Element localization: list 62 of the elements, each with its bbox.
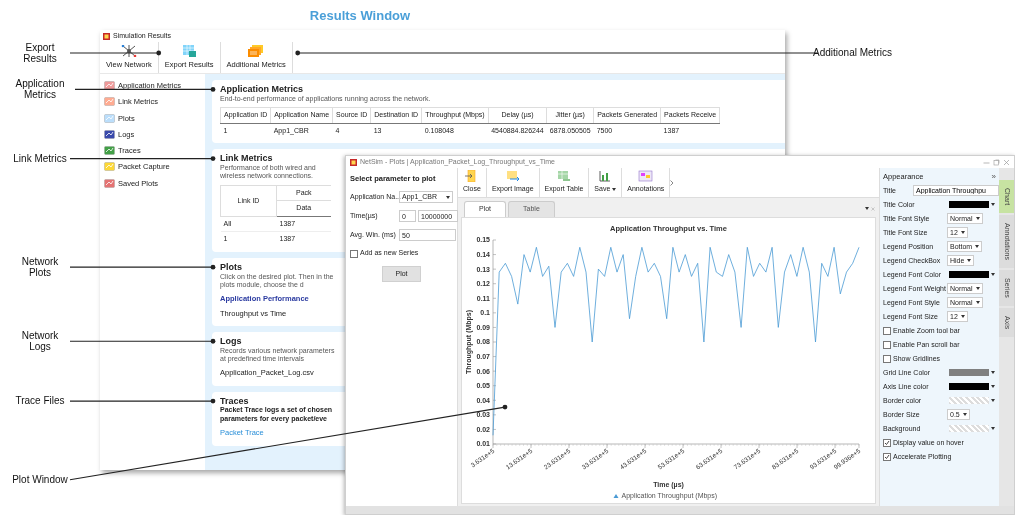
caret-icon xyxy=(967,259,972,263)
callout-label: Network Plots xyxy=(20,255,60,279)
caret-icon xyxy=(975,245,980,249)
palette-icon xyxy=(638,170,654,183)
color-picker[interactable] xyxy=(947,423,997,435)
caret-icon xyxy=(991,385,995,389)
save-chart-icon xyxy=(597,170,613,183)
color-picker[interactable] xyxy=(947,395,997,407)
image-export-icon xyxy=(505,170,521,183)
line-chart-icon xyxy=(104,113,115,123)
color-picker[interactable] xyxy=(947,381,997,393)
caret-icon xyxy=(975,217,980,221)
callout-label: Application Metrics xyxy=(14,77,66,101)
caret-icon xyxy=(991,371,995,375)
caret-icon xyxy=(960,231,965,235)
caret-icon xyxy=(975,287,980,291)
color-picker[interactable] xyxy=(947,269,997,281)
figure-title: Results Window xyxy=(308,7,412,25)
saved-plot-icon xyxy=(104,178,115,188)
caret-icon xyxy=(612,188,617,191)
log-icon xyxy=(104,129,115,139)
window-icon xyxy=(104,81,115,91)
link-icon xyxy=(104,97,115,107)
caret-icon xyxy=(962,413,967,417)
section-title: Application Metrics xyxy=(220,84,303,95)
callout-label: Additional Metrics xyxy=(812,47,893,59)
section-title: Link Metrics xyxy=(220,153,273,164)
caret-icon xyxy=(991,273,995,277)
color-picker[interactable] xyxy=(947,367,997,379)
color-swatch xyxy=(949,397,989,405)
app-logo-icon xyxy=(350,158,357,166)
checkbox[interactable] xyxy=(350,249,358,258)
table-export-icon xyxy=(181,44,198,57)
callout-label: Network Logs xyxy=(20,329,60,353)
trace-icon xyxy=(104,146,115,156)
caret-icon xyxy=(865,207,869,211)
section-title: Logs xyxy=(220,335,242,347)
document-stack-icon xyxy=(248,44,265,57)
section-title: Plots xyxy=(220,261,242,273)
checkbox[interactable] xyxy=(883,452,891,461)
caret-icon xyxy=(991,427,995,431)
section-title: Traces xyxy=(220,395,249,407)
caret-icon xyxy=(991,203,995,207)
caret-icon xyxy=(446,195,450,199)
callout-label: Link Metrics xyxy=(12,152,68,165)
color-swatch xyxy=(949,425,989,433)
caret-icon xyxy=(991,399,995,403)
checkbox[interactable] xyxy=(883,340,891,349)
chevron-right-icon xyxy=(670,179,675,186)
caret-icon xyxy=(960,315,965,319)
callout-label: Export Results xyxy=(22,41,58,65)
checkbox[interactable] xyxy=(883,326,891,335)
callout-label: Trace Files xyxy=(14,395,66,407)
capture-icon xyxy=(104,162,115,172)
app-logo-icon xyxy=(103,32,110,40)
color-picker[interactable] xyxy=(947,199,997,211)
collapse-button[interactable]: » xyxy=(991,171,996,183)
checkbox[interactable] xyxy=(883,354,891,363)
checkbox[interactable] xyxy=(883,438,891,447)
callout-label: Plot Window xyxy=(11,474,69,486)
caret-icon xyxy=(975,301,980,305)
network-icon xyxy=(120,44,137,57)
